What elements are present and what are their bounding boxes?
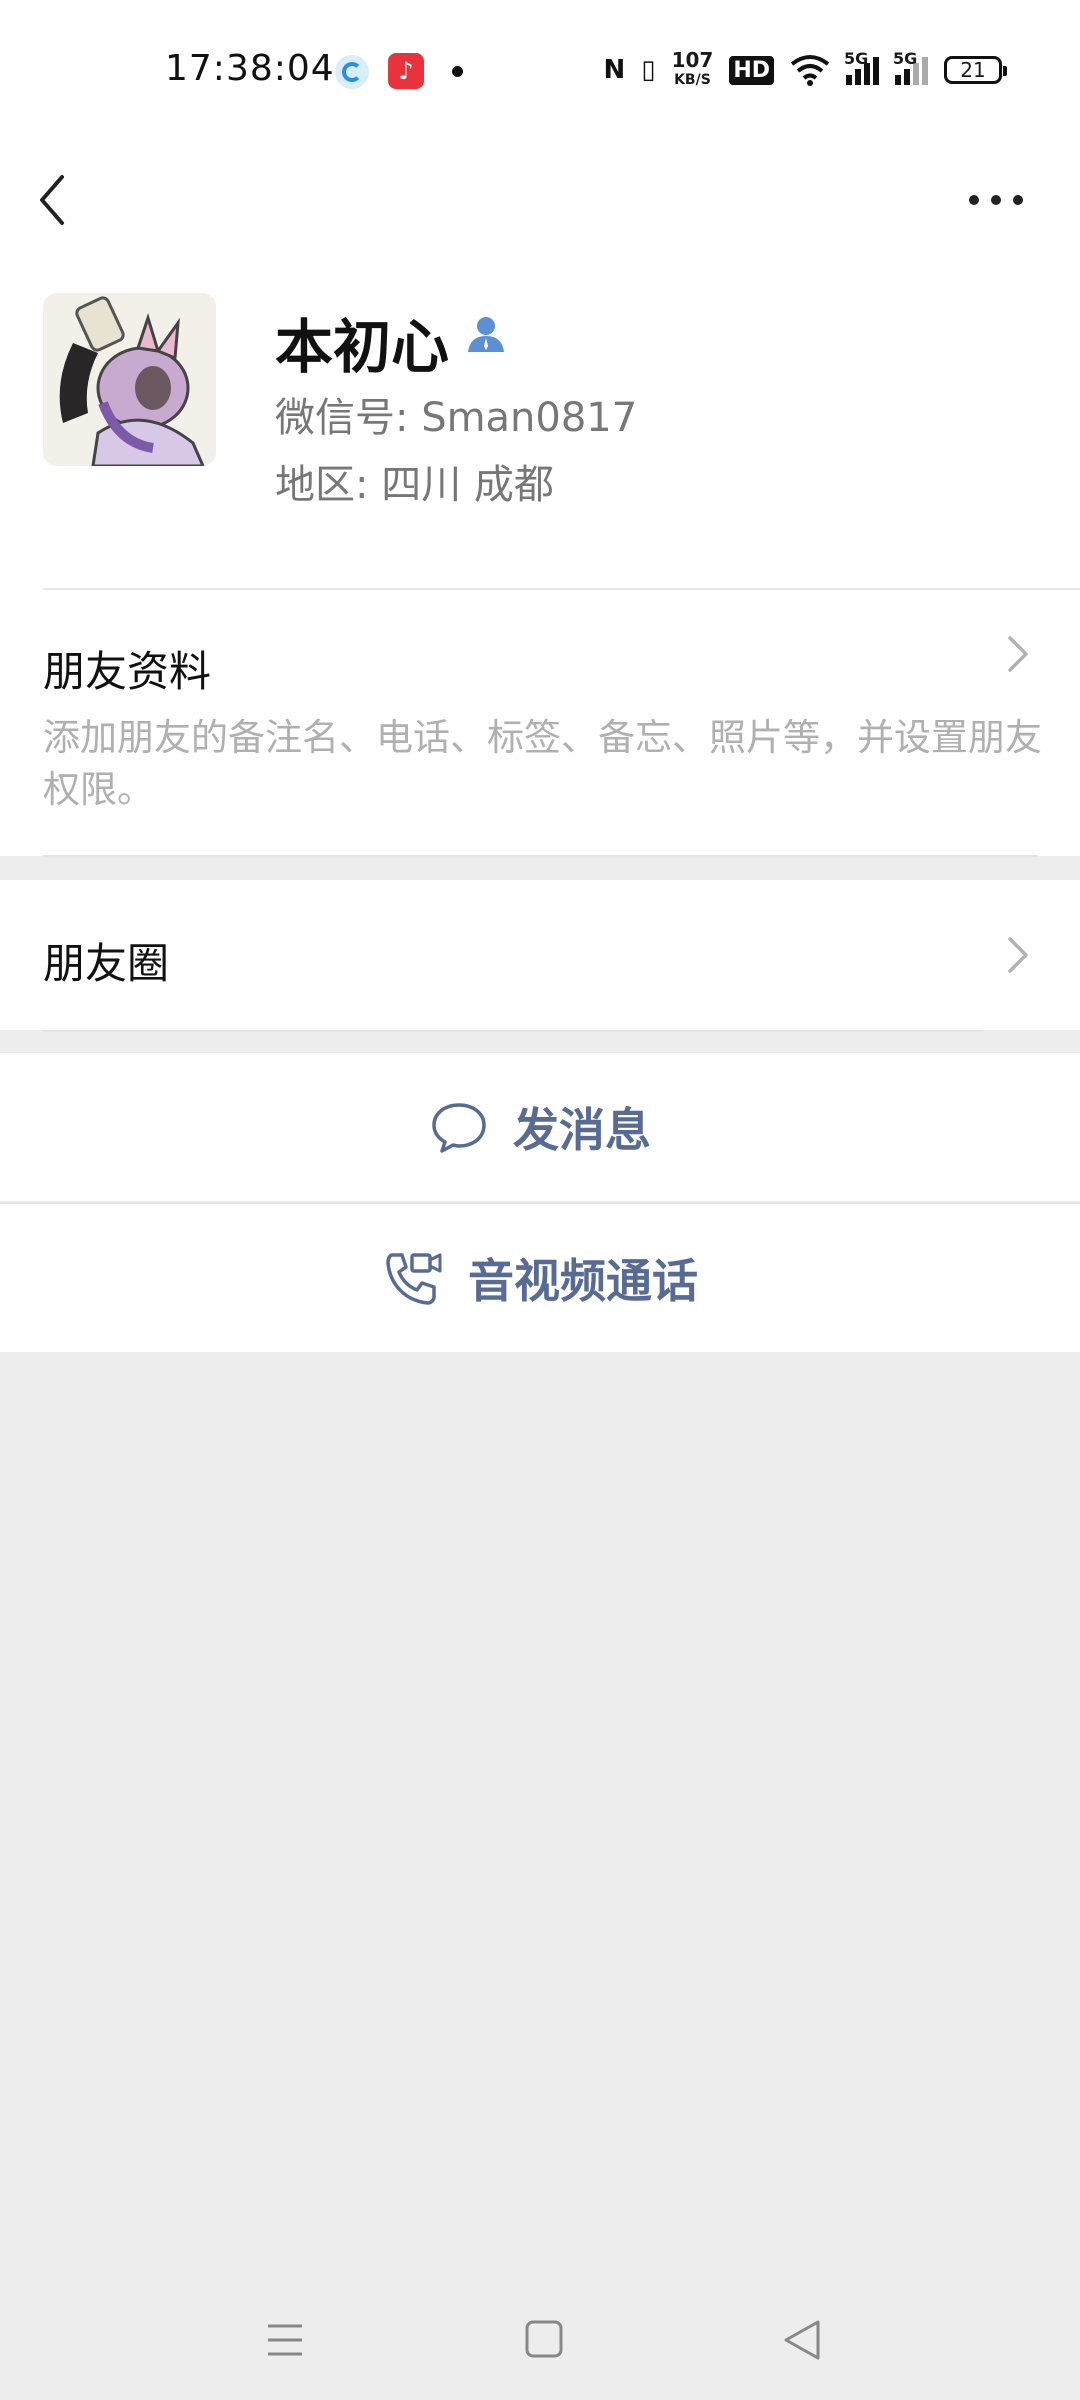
more-dots-icon	[969, 195, 1023, 205]
notification-dot-icon	[452, 66, 463, 77]
top-bar	[0, 140, 1080, 260]
avatar[interactable]	[43, 293, 216, 466]
divider	[43, 1030, 983, 1032]
more-options-button[interactable]	[950, 155, 1050, 245]
music-app-icon: ♪	[388, 53, 424, 89]
status-bar: 17:38:04 ♪ N ▯ 107 KB/S HD 5G 5G 21	[0, 0, 1080, 140]
video-call-button[interactable]: 音视频通话	[0, 1204, 1080, 1352]
signal-icon-1: 5G	[844, 49, 879, 85]
back-arrow-icon	[40, 175, 64, 225]
moments-row[interactable]: 朋友圈	[0, 880, 1080, 1030]
person-icon	[468, 317, 504, 352]
region: 地区: 四川 成都	[275, 462, 554, 508]
friend-info-title: 朋友资料	[43, 647, 212, 696]
send-message-label: 发消息	[513, 1103, 651, 1157]
network-speed-value: 107	[671, 48, 714, 72]
avatar-image	[43, 293, 216, 466]
status-icons: N ▯ 107 KB/S HD 5G 5G 21	[603, 49, 1007, 90]
profile-header: 本初心 微信号: Sman0817 地区: 四川 成都	[0, 260, 1080, 590]
signal-icon-2: 5G	[893, 49, 928, 85]
send-message-button[interactable]: 发消息	[0, 1053, 1080, 1201]
chat-bubble-icon	[432, 1103, 486, 1153]
friend-info-row[interactable]: 朋友资料 添加朋友的备注名、电话、标签、备忘、照片等，并设置朋友权限。	[0, 590, 1080, 856]
home-icon[interactable]	[509, 2310, 579, 2370]
battery-icon: 21	[944, 56, 1007, 84]
hd-icon: HD	[729, 55, 774, 85]
vibrate-icon: ▯	[641, 55, 656, 85]
status-time: 17:38:04	[165, 48, 335, 89]
back-triangle-icon[interactable]	[768, 2310, 838, 2370]
system-nav-bar	[0, 2280, 1080, 2400]
chevron-right-icon	[1008, 636, 1028, 672]
wifi-icon	[790, 55, 830, 86]
video-call-label: 音视频通话	[468, 1254, 698, 1308]
phone-video-icon	[386, 1253, 442, 1305]
nfc-icon: N	[603, 55, 626, 85]
back-button[interactable]	[30, 155, 110, 245]
divider	[43, 855, 1038, 857]
network-speed-unit: KB/S	[674, 72, 711, 88]
moments-title: 朋友圈	[43, 939, 170, 988]
signal-2-label: 5G	[893, 49, 918, 68]
signal-1-label: 5G	[844, 49, 869, 68]
chevron-right-icon	[1008, 937, 1028, 973]
menu-icon[interactable]	[250, 2310, 320, 2370]
browser-app-icon	[335, 55, 369, 89]
friend-info-description: 添加朋友的备注名、电话、标签、备忘、照片等，并设置朋友权限。	[43, 716, 1042, 811]
wechat-id: 微信号: Sman0817	[275, 395, 638, 441]
network-speed: 107 KB/S	[672, 50, 714, 90]
nickname: 本初心	[275, 313, 450, 381]
